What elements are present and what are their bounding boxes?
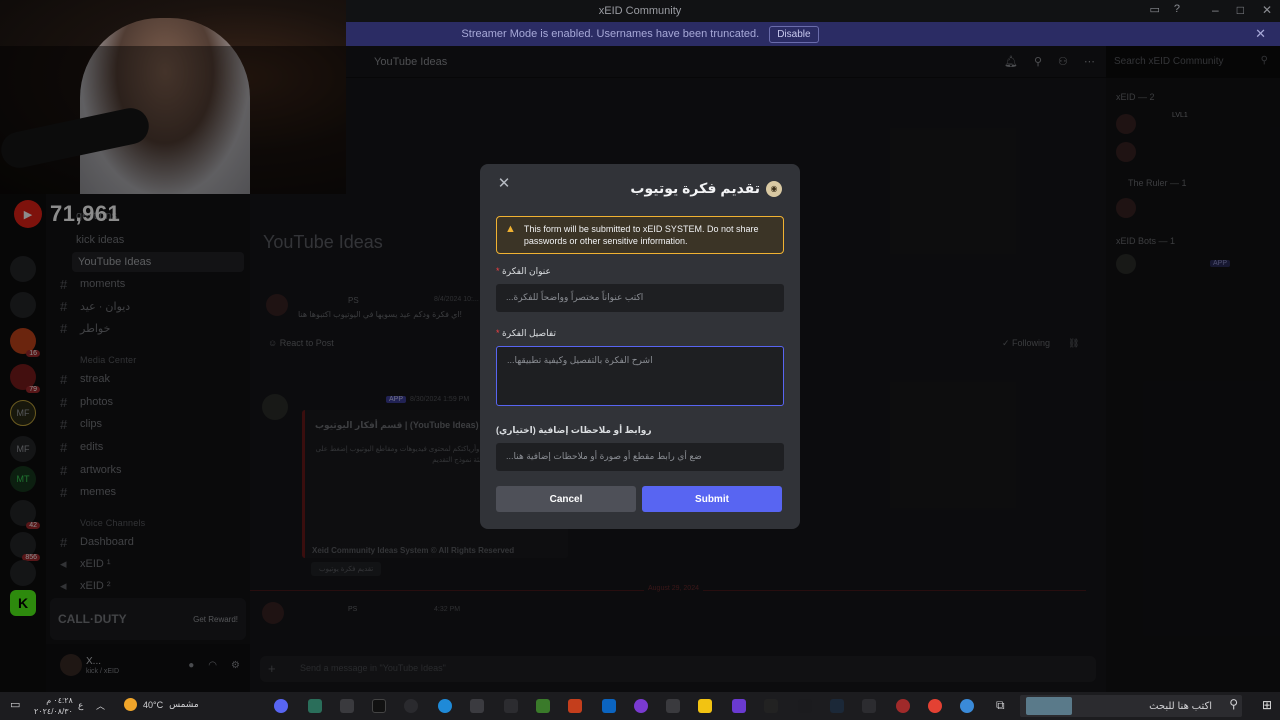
submit-button[interactable]: Submit (642, 486, 782, 512)
label-text: عنوان الفكرة (502, 266, 551, 276)
app-icon[interactable] (536, 699, 550, 713)
clock-date: ٢٠٢٤/٠٨/٣٠ (34, 707, 73, 716)
app-icon[interactable] (308, 699, 322, 713)
weather-widget[interactable]: 40°C مشمس (124, 698, 199, 711)
app-icon[interactable] (470, 699, 484, 713)
close-banner-icon[interactable]: ✕ (1255, 26, 1266, 42)
app-icon[interactable] (896, 699, 910, 713)
warning-icon: ▲ (505, 223, 516, 235)
epic-icon[interactable] (764, 699, 778, 713)
required-mark: * (496, 328, 500, 338)
app-icon[interactable] (732, 699, 746, 713)
required-mark: * (496, 266, 500, 276)
submit-idea-modal: ◉ تقديم فكرة يوتيوب ✕ ▲ This form will b… (480, 164, 800, 529)
app-icon[interactable] (666, 699, 680, 713)
placeholder: ضع أي رابط مقطع أو صورة أو ملاحظات إضافي… (506, 451, 702, 461)
maximize-button[interactable]: □ (1237, 3, 1244, 17)
modal-header: ◉ تقديم فكرة يوتيوب (630, 180, 782, 197)
label-text: روابط أو ملاحظات إضافية (اختياري) (496, 425, 652, 435)
idea-details-textarea[interactable]: اشرح الفكرة بالتفصيل وكيفية تطبيقها... (496, 346, 784, 406)
app-icon[interactable] (698, 699, 712, 713)
field-label-details: تفاصيل الفكرة * (496, 328, 784, 339)
modal-title: تقديم فكرة يوتيوب (630, 180, 760, 196)
placeholder: اشرح الفكرة بالتفصيل وكيفية تطبيقها... (507, 355, 653, 365)
help-icon[interactable]: ? (1174, 3, 1180, 16)
app-icon[interactable] (798, 699, 812, 713)
window-title: xEID Community (598, 5, 682, 17)
app-icon[interactable] (568, 699, 582, 713)
field-label-title: عنوان الفكرة * (496, 266, 784, 277)
chrome-icon[interactable] (928, 699, 942, 713)
chevron-up-icon[interactable]: ︿ (96, 699, 105, 712)
placeholder: اكتب عنواناً مختصراً وواضحاً للفكرة... (506, 292, 644, 302)
taskbar: ▭ ٠٤:٢٨ م ٢٠٢٤/٠٨/٣٠ ع ︿ 40°C مشمس ⧉ اكت… (0, 692, 1280, 720)
outlook-icon[interactable] (602, 699, 616, 713)
tiktok-icon[interactable] (372, 699, 386, 713)
streamer-banner-text: Streamer Mode is enabled. Usernames have… (461, 28, 760, 40)
taskbar-search-placeholder: اكتب هنا للبحث (1149, 700, 1212, 712)
clock[interactable]: ٠٤:٢٨ م ٢٠٢٤/٠٨/٣٠ (34, 695, 73, 717)
minimize-button[interactable]: – (1212, 3, 1219, 17)
field-label-links: روابط أو ملاحظات إضافية (اختياري) (496, 425, 784, 436)
taskbar-search[interactable]: اكتب هنا للبحث (1020, 695, 1242, 717)
idea-title-input[interactable]: اكتب عنواناً مختصراً وواضحاً للفكرة... (496, 284, 784, 312)
cancel-button[interactable]: Cancel (496, 486, 636, 512)
warning-notice: ▲ This form will be submitted to xEID SY… (496, 216, 784, 254)
steam-icon[interactable] (830, 699, 844, 713)
clock-time: ٠٤:٢٨ م (46, 696, 73, 705)
app-icon[interactable] (504, 699, 518, 713)
weather-temp: 40°C (143, 699, 164, 710)
app-icon[interactable] (634, 699, 648, 713)
app-icon[interactable] (862, 699, 876, 713)
close-window-button[interactable]: ✕ (1262, 3, 1272, 17)
weather-text: مشمس (169, 699, 199, 709)
search-icon: ⚲ (1229, 697, 1238, 711)
idea-links-input[interactable]: ضع أي رابط مقطع أو صورة أو ملاحظات إضافي… (496, 443, 784, 471)
inbox-icon[interactable]: ▭ (1149, 3, 1159, 16)
windows-start-icon[interactable]: ⊞ (1262, 698, 1272, 712)
search-highlight-image (1026, 697, 1072, 715)
label-text: تفاصيل الفكرة (502, 328, 556, 338)
app-icon[interactable] (960, 699, 974, 713)
warning-text: This form will be submitted to xEID SYST… (523, 224, 759, 246)
task-view-icon[interactable]: ⧉ (996, 698, 1005, 713)
discord-icon[interactable] (274, 699, 288, 713)
disable-streamer-button[interactable]: Disable (769, 25, 819, 43)
notification-icon[interactable]: ▭ (10, 698, 20, 711)
app-icon[interactable] (404, 699, 418, 713)
edge-icon[interactable] (438, 699, 452, 713)
language-indicator[interactable]: ع (78, 700, 83, 711)
sun-icon (124, 698, 137, 711)
seal-icon: ◉ (766, 180, 782, 197)
app-icon[interactable] (340, 699, 354, 713)
close-icon[interactable]: ✕ (492, 174, 516, 194)
